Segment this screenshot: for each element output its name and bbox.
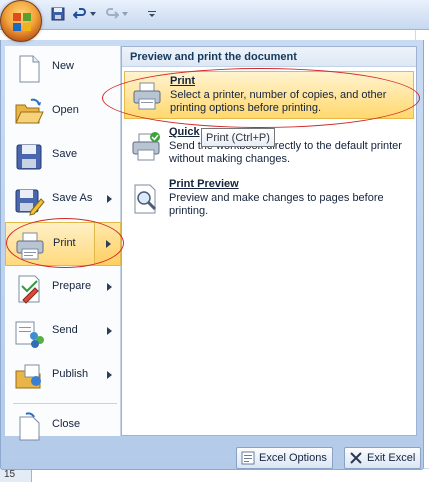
undo-dropdown-icon[interactable] [89, 5, 97, 23]
close-folder-icon [19, 412, 40, 441]
row-header: 15 [0, 468, 32, 482]
submenu-arrow-icon [106, 240, 111, 248]
menu-item-label: Open [52, 104, 79, 116]
printer-icon [16, 232, 44, 260]
submenu-arrow-icon [107, 371, 112, 379]
tooltip: Print (Ctrl+P) [201, 128, 275, 147]
options-icon [241, 451, 255, 465]
menu-item-label: New [52, 60, 75, 72]
submenu-item-title: Print Preview [169, 178, 239, 190]
prepare-icon [18, 275, 40, 304]
menu-item-label: Send [52, 324, 78, 336]
submenu-item-description: Select a printer, number of copies, and … [170, 89, 387, 114]
print-preview-icon [134, 184, 157, 214]
menu-item-new[interactable]: New [5, 46, 121, 90]
menu-item-publish[interactable]: Publish [5, 354, 121, 398]
menu-item-label: Save [52, 148, 78, 160]
submenu-item-title: Print [170, 75, 196, 87]
menu-item-print[interactable]: Print [5, 222, 121, 266]
save-disk-icon [16, 144, 42, 170]
submenu-arrow-icon [107, 283, 112, 291]
menu-item-close[interactable]: Close [5, 404, 121, 448]
submenu-item-title: Quick [169, 126, 200, 138]
new-document-icon [19, 55, 40, 83]
menu-item-open[interactable]: Open [5, 90, 121, 134]
menu-item-label: Publish [52, 368, 89, 380]
office-button[interactable] [0, 0, 42, 42]
submenu-arrow-icon [107, 195, 112, 203]
title-bar [0, 0, 429, 30]
quick-print-icon [132, 132, 160, 161]
office-menu-commands: New Open Save Save As Print Prepare Send… [5, 46, 121, 441]
submenu-header: Preview and print the document [122, 47, 416, 67]
menu-item-label: Close [52, 418, 81, 430]
submenu-item-print-preview[interactable]: Print Preview Preview and make changes t… [124, 175, 414, 223]
exit-excel-label: Exit Excel [367, 452, 416, 464]
menu-item-label: Save As [52, 192, 93, 204]
submenu-item-print[interactable]: Print Select a printer, number of copies… [124, 71, 414, 119]
excel-options-label: Excel Options [259, 452, 327, 464]
customize-icon[interactable] [146, 5, 158, 23]
menu-item-label: Print [53, 237, 76, 249]
open-folder-icon [15, 98, 44, 124]
menu-item-prepare[interactable]: Prepare [5, 266, 121, 310]
publish-icon [15, 364, 41, 389]
redo-icon[interactable] [104, 5, 120, 23]
excel-options-button[interactable]: Excel Options [236, 447, 333, 469]
redo-dropdown-icon[interactable] [121, 5, 129, 23]
menu-item-label: Prepare [52, 280, 92, 292]
office-logo-icon [13, 13, 31, 31]
printer-icon [133, 82, 161, 110]
sheet-row [32, 468, 429, 482]
office-menu: New Open Save Save As Print Prepare Send… [0, 40, 424, 470]
menu-item-save[interactable]: Save [5, 134, 121, 178]
menu-item-send[interactable]: Send [5, 310, 121, 354]
send-icon [15, 321, 44, 348]
submenu-arrow-icon [107, 327, 112, 335]
menu-item-save-as[interactable]: Save As [5, 178, 121, 222]
undo-icon[interactable] [72, 5, 88, 23]
close-icon [350, 452, 362, 464]
save-icon[interactable] [50, 5, 66, 23]
print-submenu: Preview and print the document Print Sel… [121, 46, 417, 436]
submenu-item-description: Preview and make changes to pages before… [169, 192, 384, 217]
save-as-icon [15, 189, 45, 216]
exit-excel-button[interactable]: Exit Excel [344, 447, 422, 469]
